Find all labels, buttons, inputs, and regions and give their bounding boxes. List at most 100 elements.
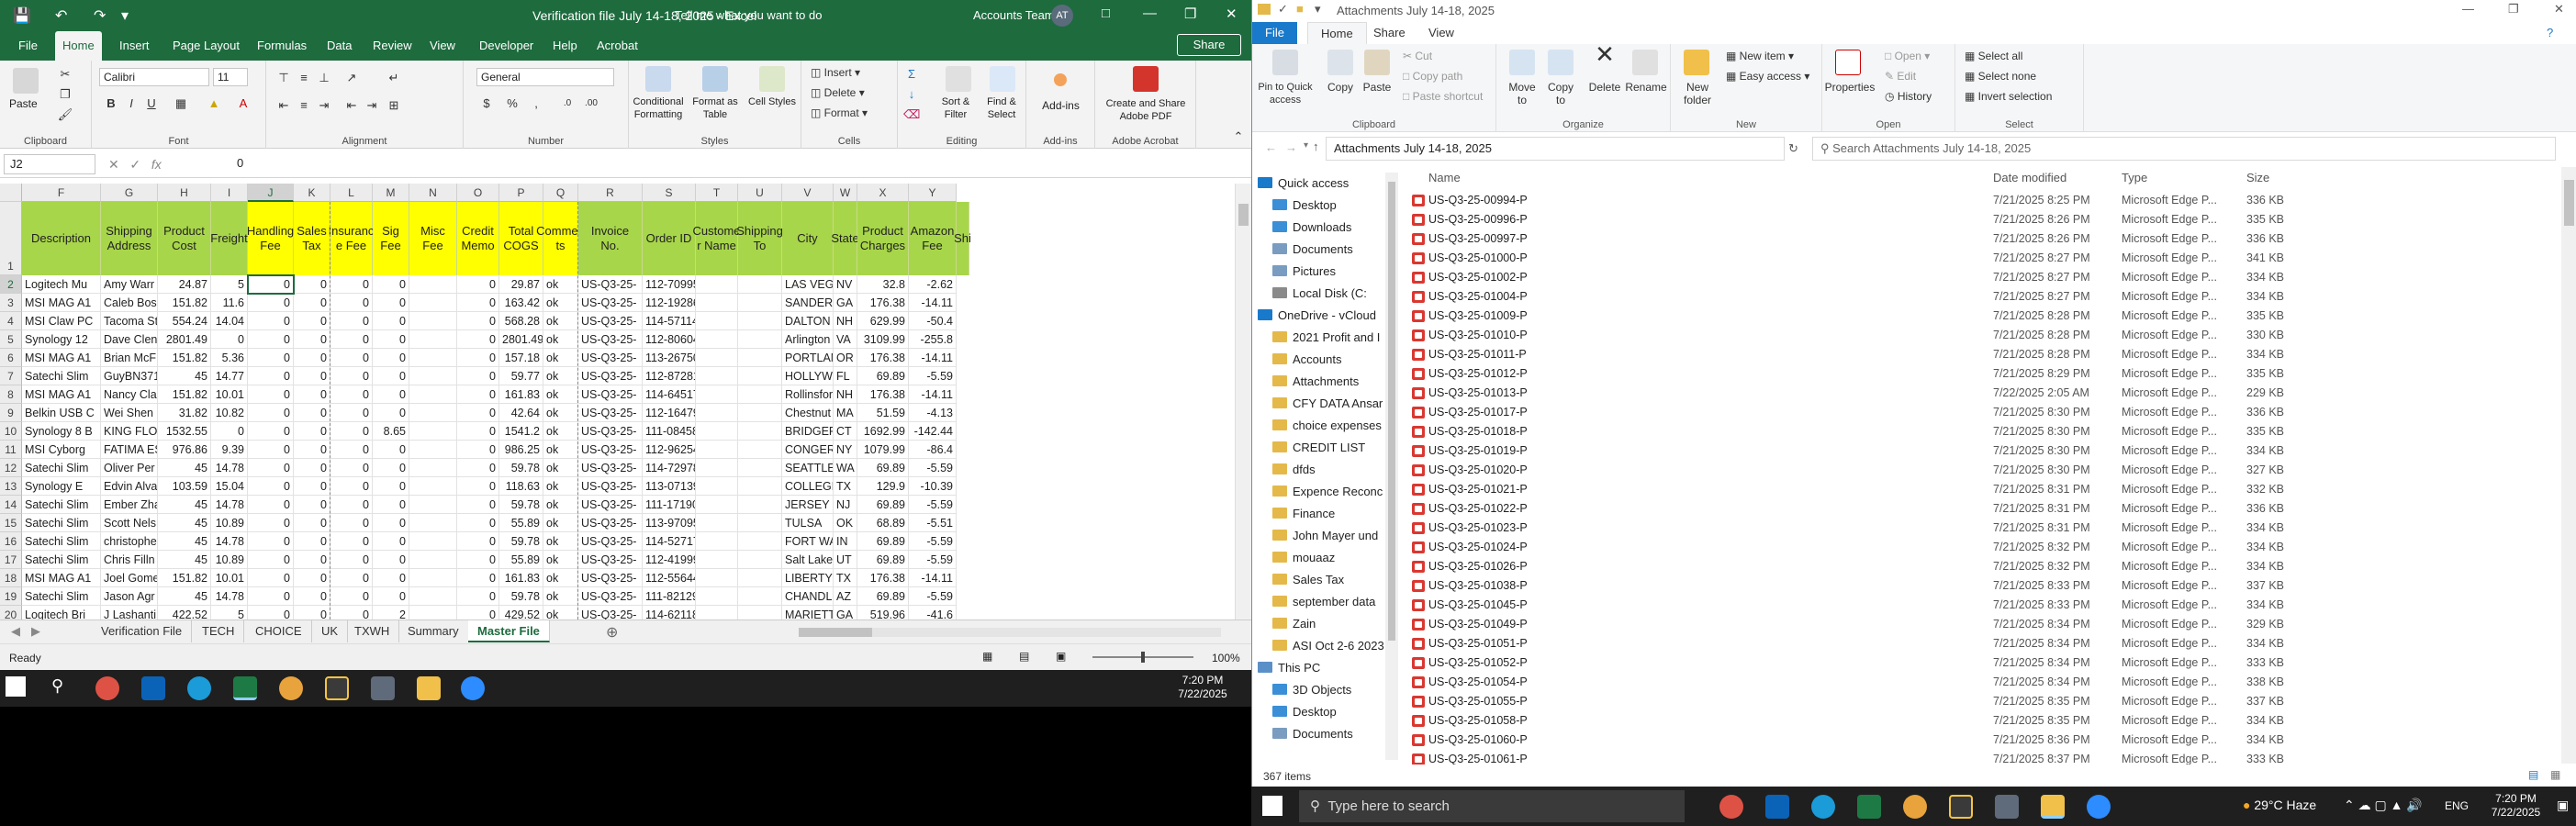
table-cell[interactable]: -41.6 (909, 606, 957, 620)
table-cell[interactable]: ok (543, 312, 578, 330)
table-cell[interactable]: ok (543, 385, 578, 404)
table-cell[interactable]: 0 (294, 385, 330, 404)
rename-icon[interactable] (1632, 50, 1658, 75)
table-cell[interactable]: 0 (330, 587, 373, 606)
table-cell[interactable]: 118.63 (499, 477, 543, 496)
header-cell[interactable]: Commen ts (536, 202, 585, 275)
table-cell[interactable]: -50.4 (909, 312, 957, 330)
table-cell[interactable]: 0 (330, 551, 373, 569)
file-row[interactable]: US-Q3-25-01061-P 7/21/2025 8:37 PM Microso… (1408, 750, 2556, 765)
find-select-icon[interactable] (990, 66, 1015, 92)
table-cell[interactable]: ok (543, 441, 578, 459)
table-cell[interactable]: SEATTLE (782, 459, 834, 477)
file-row[interactable]: US-Q3-25-01010-P 7/21/2025 8:28 PM Microso… (1408, 326, 2556, 345)
table-cell[interactable]: Satechi Slim (22, 367, 101, 385)
chrome-icon[interactable] (95, 676, 119, 700)
table-cell[interactable]: US-Q3-25- (578, 349, 643, 367)
table-cell[interactable]: 112-7099563-3206616 (643, 275, 696, 294)
nav-item[interactable]: Local Disk (C: (1252, 283, 1385, 305)
table-cell[interactable] (409, 587, 457, 606)
table-cell[interactable] (409, 385, 457, 404)
table-cell[interactable]: 5.36 (211, 349, 248, 367)
table-cell[interactable]: 176.38 (857, 385, 909, 404)
table-cell[interactable] (738, 294, 782, 312)
table-cell[interactable]: 0 (373, 496, 409, 514)
font-color-icon[interactable]: A (235, 95, 252, 112)
decrease-decimal-icon[interactable]: .00 (583, 95, 599, 112)
file-scroll-thumb[interactable] (2564, 180, 2574, 226)
table-cell[interactable]: 5 (211, 275, 248, 294)
copy-icon[interactable] (1327, 50, 1353, 75)
table-cell[interactable]: 629.99 (857, 312, 909, 330)
details-view-icon[interactable]: ▤ (2528, 768, 2538, 781)
table-cell[interactable]: Joel Gome (101, 569, 158, 587)
table-cell[interactable]: GuyBN371 (101, 367, 158, 385)
table-cell[interactable]: -14.11 (909, 385, 957, 404)
table-cell[interactable]: ok (543, 587, 578, 606)
table-cell[interactable]: Chris Filln (101, 551, 158, 569)
header-cell[interactable]: Amazon Fee (909, 202, 957, 275)
table-cell[interactable]: 151.82 (158, 349, 211, 367)
table-cell[interactable] (738, 551, 782, 569)
table-cell[interactable]: 176.38 (857, 569, 909, 587)
copy-button[interactable]: Copy (1324, 81, 1357, 94)
row-header[interactable]: 11 (0, 441, 22, 459)
file-row[interactable]: US-Q3-25-01054-P 7/21/2025 8:34 PM Microso… (1408, 673, 2556, 692)
table-cell[interactable]: 0 (294, 606, 330, 620)
table-cell[interactable]: -2.62 (909, 275, 957, 294)
table-cell[interactable]: ok (543, 496, 578, 514)
table-cell[interactable]: 0 (294, 349, 330, 367)
row-header[interactable]: 15 (0, 514, 22, 532)
table-cell[interactable]: Chestnut (782, 404, 834, 422)
refresh-icon[interactable]: ↻ (1788, 141, 1798, 156)
enter-icon[interactable]: ✓ (129, 157, 140, 172)
table-cell[interactable]: -14.11 (909, 349, 957, 367)
table-cell[interactable] (696, 477, 738, 496)
table-cell[interactable]: 0 (330, 404, 373, 422)
table-cell[interactable]: 0 (373, 532, 409, 551)
table-cell[interactable]: 0 (248, 569, 294, 587)
table-cell[interactable]: Nancy Cla (101, 385, 158, 404)
table-cell[interactable]: 0 (457, 422, 499, 441)
column-date[interactable]: Date modified (1993, 171, 2066, 184)
nav-item[interactable]: Expence Reconc (1252, 481, 1385, 503)
column-header-m[interactable]: M (373, 184, 409, 202)
table-cell[interactable]: PORTLANI (782, 349, 834, 367)
column-header-j[interactable]: J (248, 184, 294, 202)
table-cell[interactable] (409, 349, 457, 367)
share-button[interactable]: Share (1177, 34, 1241, 56)
normal-view-icon[interactable]: ▦ (982, 650, 992, 663)
table-cell[interactable]: 45 (158, 496, 211, 514)
table-cell[interactable]: 111-0845821-2557036 (643, 422, 696, 441)
table-cell[interactable]: 112-9625458-1025017 (643, 441, 696, 459)
table-cell[interactable]: 14.78 (211, 496, 248, 514)
excel-taskbar-icon[interactable] (1857, 795, 1881, 819)
font-name-select[interactable]: Calibri (99, 68, 209, 86)
table-cell[interactable]: 0 (373, 385, 409, 404)
table-cell[interactable] (696, 367, 738, 385)
table-cell[interactable] (696, 294, 738, 312)
file-row[interactable]: US-Q3-25-01024-P 7/21/2025 8:32 PM Microso… (1408, 538, 2556, 557)
tab-file[interactable]: File (11, 31, 45, 61)
cut-icon[interactable]: ✂ (57, 66, 73, 83)
h-scroll-thumb[interactable] (799, 628, 872, 637)
table-cell[interactable]: -255.8 (909, 330, 957, 349)
header-cell[interactable]: Handling Fee (247, 202, 294, 275)
insert-cells-button[interactable]: ◫ Insert ▾ (811, 66, 860, 79)
nav-item[interactable]: mouaaz (1252, 547, 1385, 569)
table-cell[interactable]: Synology 12 (22, 330, 101, 349)
table-cell[interactable]: US-Q3-25- (578, 330, 643, 349)
table-cell[interactable]: -5.59 (909, 459, 957, 477)
table-cell[interactable]: 45 (158, 367, 211, 385)
qat-dropdown-icon[interactable]: ▾ (1315, 2, 1321, 17)
tab-acrobat[interactable]: Acrobat (589, 31, 645, 61)
table-cell[interactable]: HOLLYWO (782, 367, 834, 385)
file-row[interactable]: US-Q3-25-01049-P 7/21/2025 8:34 PM Microso… (1408, 615, 2556, 634)
table-cell[interactable]: 0 (457, 514, 499, 532)
table-cell[interactable]: 14.04 (211, 312, 248, 330)
table-cell[interactable]: 0 (457, 551, 499, 569)
table-cell[interactable]: 986.25 (499, 441, 543, 459)
row-header[interactable]: 12 (0, 459, 22, 477)
table-cell[interactable]: 0 (294, 294, 330, 312)
chrome-profile-icon[interactable] (279, 676, 303, 700)
